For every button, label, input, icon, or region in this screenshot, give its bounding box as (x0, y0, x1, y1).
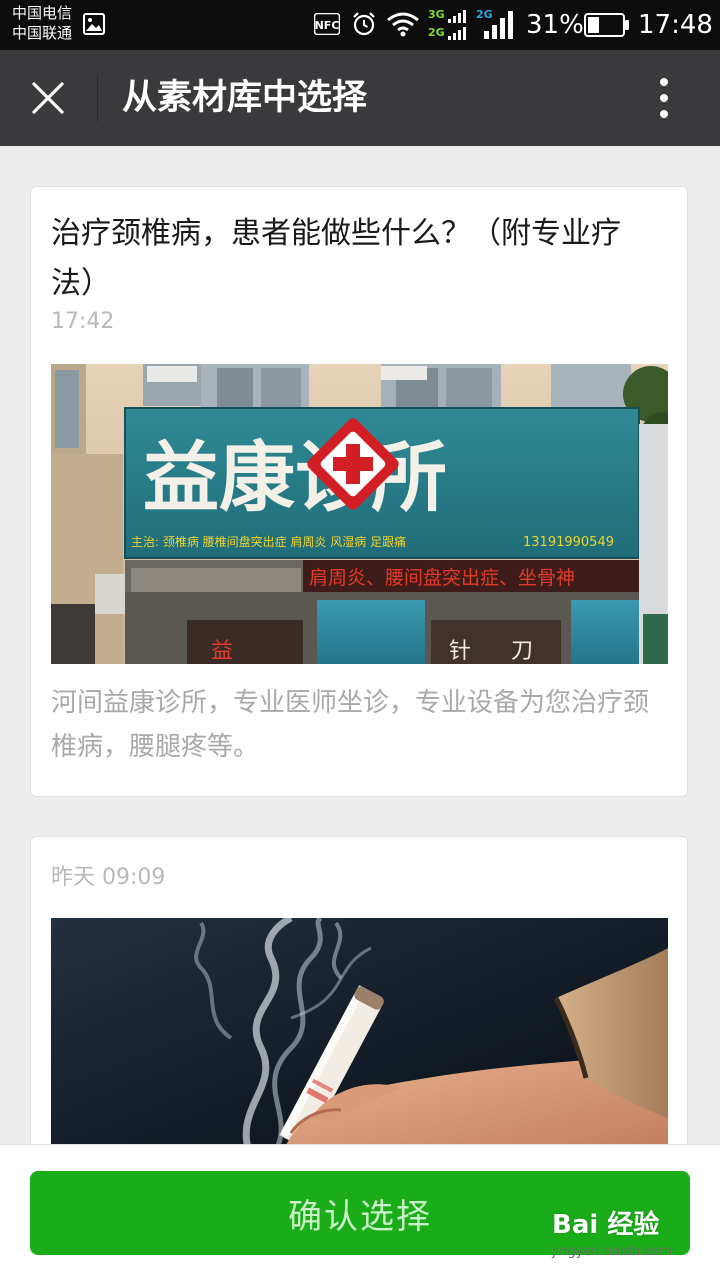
svg-text:肩周炎、腰间盘突出症、坐骨神: 肩周炎、腰间盘突出症、坐骨神 (309, 567, 575, 589)
more-options-button[interactable] (640, 72, 688, 124)
confirm-selection-button[interactable]: 确认选择 (30, 1171, 690, 1255)
svg-text:益: 益 (211, 639, 233, 664)
gallery-icon (83, 13, 105, 39)
title-divider (97, 74, 98, 122)
carrier-2: 中国联通 (12, 24, 73, 42)
article-timestamp: 17:42 (51, 309, 115, 334)
svg-text:主治: 颈椎病 腰椎间盘突出症 肩周炎 风湿病 足跟痛: 主治: 颈椎病 腰椎间盘突出症 肩周炎 风湿病 足跟痛 (131, 534, 406, 549)
svg-text:13191990549: 13191990549 (523, 535, 614, 550)
confirm-selection-label: 确认选择 (288, 1196, 432, 1237)
battery-percentage: 31% (526, 10, 584, 40)
bottom-action-bar: 确认选择 (0, 1144, 720, 1280)
signal-2g-icon: 2G (476, 7, 518, 47)
svg-text:2G: 2G (476, 8, 493, 21)
svg-text:NFC: NFC (315, 19, 340, 32)
signal-3g-2g-icon: 3G 2G (428, 7, 470, 47)
article-card-1[interactable]: 治疗颈椎病，患者能做些什么？（附专业疗法） 17:42 益康诊所 主治: 颈椎病… (30, 186, 688, 797)
article-cover-image: 益康诊所 主治: 颈椎病 腰椎间盘突出症 肩周炎 风湿病 足跟痛 1319199… (51, 364, 668, 664)
article-description: 河间益康诊所，专业医师坐诊，专业设备为您治疗颈椎病，腰腿疼等。 (51, 688, 650, 762)
title-bar: 从素材库中选择 (0, 50, 720, 146)
svg-text:3G: 3G (428, 8, 445, 21)
sign-char-1: 益康诊所 (143, 433, 447, 522)
wifi-icon (386, 11, 420, 41)
page-title: 从素材库中选择 (122, 78, 368, 118)
nfc-icon: NFC (313, 12, 341, 39)
svg-text:针: 针 (449, 639, 471, 664)
carrier-info: 中国电信 中国联通 (12, 3, 72, 43)
clock-time: 17:48 (638, 10, 713, 40)
battery-icon (584, 13, 630, 41)
alarm-clock-icon (351, 11, 377, 41)
more-vertical-icon (660, 78, 668, 118)
carrier-1: 中国电信 (12, 4, 73, 22)
article-cover-image (51, 918, 668, 1158)
svg-text:刀: 刀 (511, 639, 533, 664)
article-timestamp: 昨天 09:09 (51, 865, 166, 890)
status-bar: 中国电信 中国联通 NFC 3G 2G 2G 31% 17:48 (0, 0, 720, 50)
close-icon (32, 82, 64, 114)
article-title: 治疗颈椎病，患者能做些什么？（附专业疗法） (51, 216, 621, 301)
close-button[interactable] (20, 70, 76, 126)
screen: 中国电信 中国联通 NFC 3G 2G 2G 31% 17:48 从素材库中选择… (0, 0, 720, 1280)
svg-text:2G: 2G (428, 26, 445, 39)
